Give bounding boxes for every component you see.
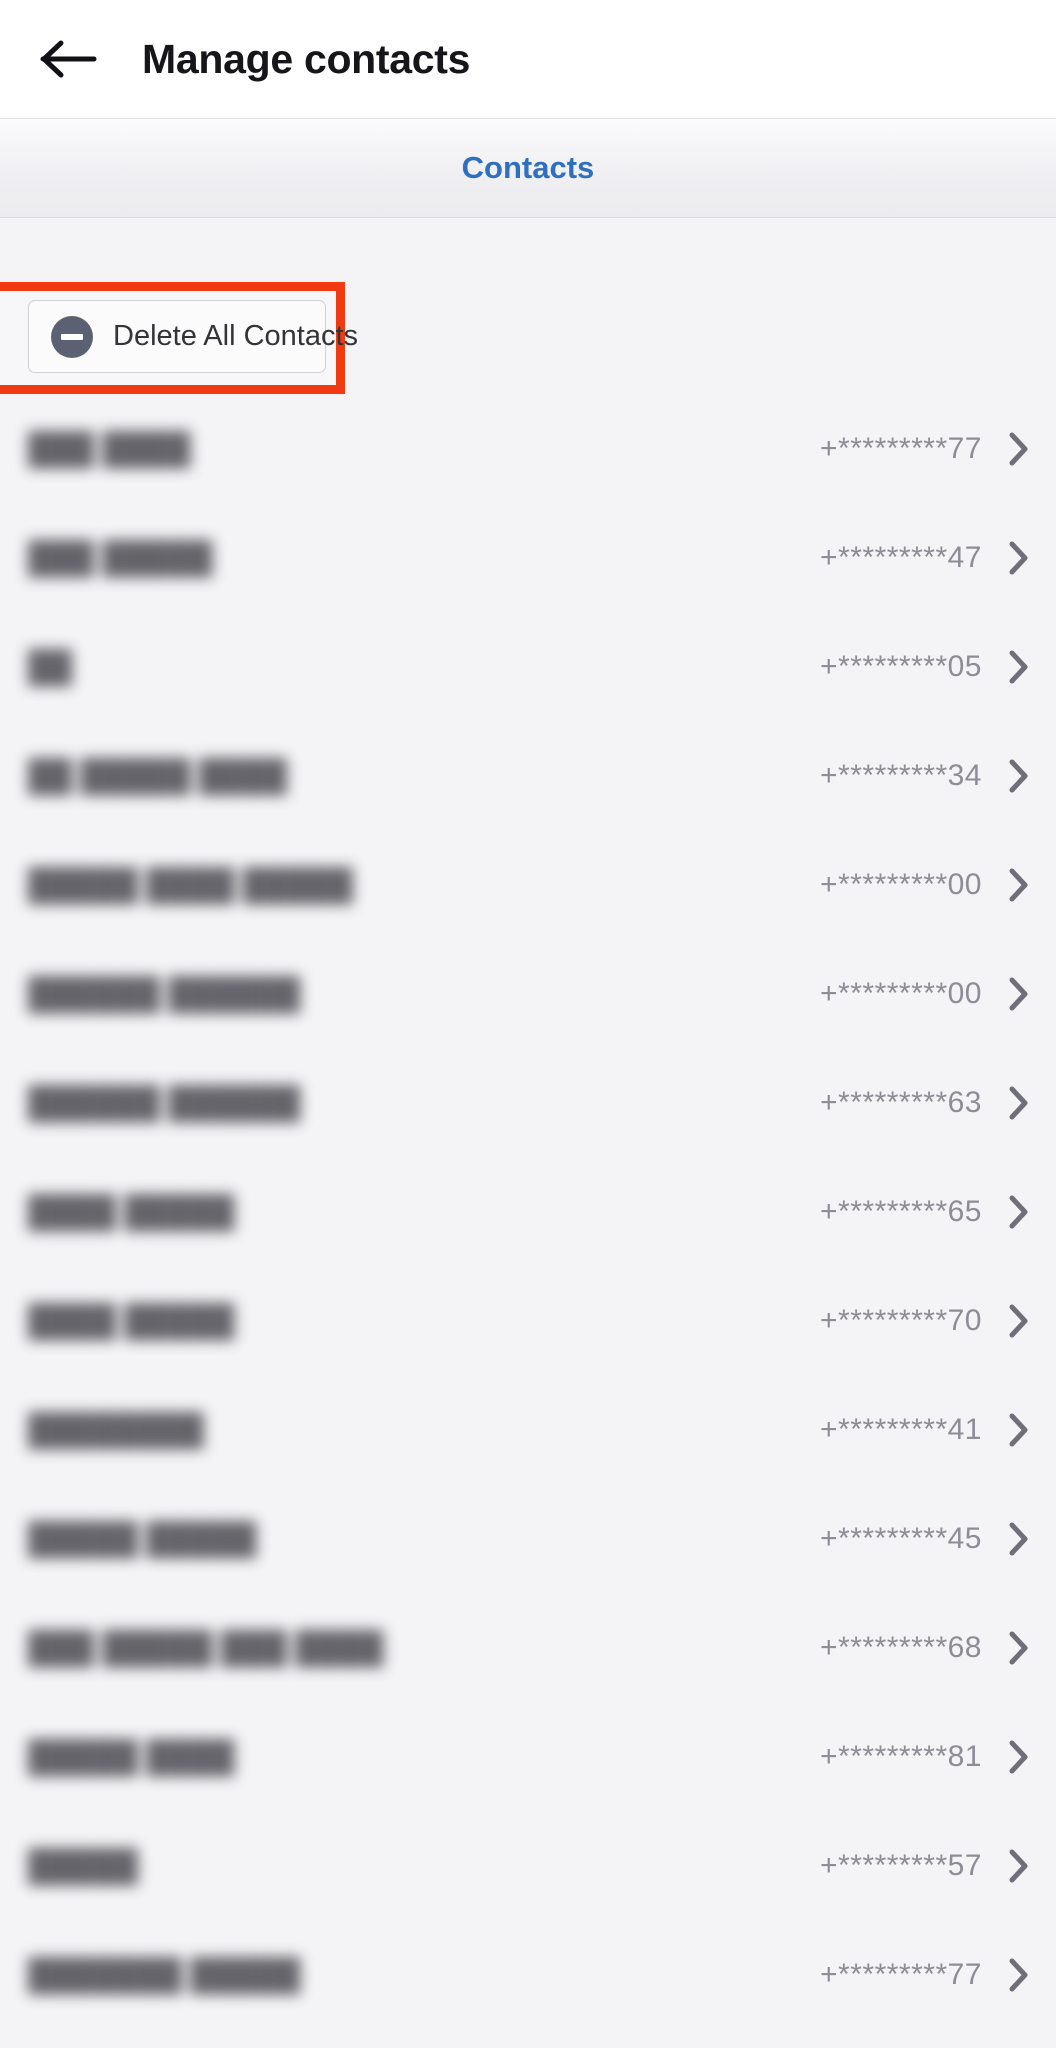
contact-phone: +*********81 (820, 1739, 982, 1773)
contact-phone: +*********77 (820, 1957, 982, 1991)
delete-all-contacts-button[interactable]: Delete All Contacts (28, 300, 358, 373)
contact-name: ███ ████ (28, 430, 191, 466)
contact-row-right: +*********65 (820, 1192, 1032, 1232)
chevron-right-icon[interactable] (1006, 1737, 1032, 1777)
minus-circle-icon (51, 315, 93, 358)
contact-phone: +*********00 (820, 976, 982, 1010)
chevron-right-icon[interactable] (1006, 1192, 1032, 1232)
contact-row[interactable]: ███ █████ +*********47 (0, 503, 1056, 612)
contact-row-right: +*********68 (820, 1628, 1032, 1668)
contact-name: █████ (28, 1847, 138, 1883)
contact-row-right: +*********63 (820, 1083, 1032, 1123)
contact-row[interactable]: █████ █████ +*********45 (0, 1484, 1056, 1593)
contact-name: █████ ████ █████ (28, 866, 353, 902)
contact-row-right: +*********81 (820, 1737, 1032, 1777)
contact-phone: +*********65 (820, 1194, 982, 1228)
contact-row-right: +*********41 (820, 1410, 1032, 1450)
contact-row-right: +*********45 (820, 1519, 1032, 1559)
chevron-right-icon[interactable] (1006, 1628, 1032, 1668)
contact-row[interactable]: ███ ████ +*********77 (0, 394, 1056, 503)
contact-row[interactable]: ███████ █████ +*********77 (0, 1920, 1056, 2029)
contact-phone: +*********63 (820, 1085, 982, 1119)
contact-name: ███████ █████ (28, 1956, 301, 1992)
contact-row[interactable]: █████ ████ +*********81 (0, 1702, 1056, 1811)
page-title: Manage contacts (142, 35, 471, 82)
contact-row[interactable]: █████ ████ █████ +*********00 (0, 830, 1056, 939)
contact-phone: +*********77 (820, 431, 982, 465)
contact-phone: +*********34 (820, 758, 982, 792)
contact-name: ███ █████ (28, 539, 213, 575)
contact-row-right: +*********57 (820, 1846, 1032, 1886)
contact-phone: +*********41 (820, 1412, 982, 1446)
chevron-right-icon[interactable] (1006, 1410, 1032, 1450)
contact-name: ██ █████ ████ (28, 757, 287, 793)
contact-name: ██ (28, 648, 72, 684)
tab-bar: Contacts (0, 118, 1056, 218)
chevron-right-icon[interactable] (1006, 1955, 1032, 1995)
arrow-left-icon (40, 38, 98, 80)
app-header: Manage contacts (0, 0, 1056, 118)
contact-phone: +*********47 (820, 540, 982, 574)
contact-name: ████ █████ (28, 1302, 235, 1338)
chevron-right-icon[interactable] (1006, 429, 1032, 469)
contact-name: █████ ████ (28, 1738, 235, 1774)
chevron-right-icon[interactable] (1006, 865, 1032, 905)
contact-row-right: +*********77 (820, 429, 1032, 469)
chevron-right-icon[interactable] (1006, 974, 1032, 1014)
delete-all-contacts-label: Delete All Contacts (113, 320, 359, 352)
contact-row[interactable]: ████ █████ +*********70 (0, 1266, 1056, 1375)
chevron-right-icon[interactable] (1006, 647, 1032, 687)
contact-name: ██████ ██████ (28, 1084, 301, 1120)
contact-phone: +*********70 (820, 1303, 982, 1337)
contact-name: ███ █████ ███ ████ (28, 1629, 384, 1665)
contact-name: ████████ (28, 1411, 204, 1447)
chevron-right-icon[interactable] (1006, 1083, 1032, 1123)
chevron-right-icon[interactable] (1006, 756, 1032, 796)
contact-phone: +*********57 (820, 1848, 982, 1882)
chevron-right-icon[interactable] (1006, 538, 1032, 578)
contact-row[interactable]: ██████ ██████ +*********00 (0, 939, 1056, 1048)
chevron-right-icon[interactable] (1006, 1519, 1032, 1559)
contact-row-right: +*********70 (820, 1301, 1032, 1341)
contact-row-right: +*********77 (820, 1955, 1032, 1995)
contact-row[interactable]: █████ +*********57 (0, 1811, 1056, 1920)
contact-row[interactable]: ███ █████ ███ ████ +*********68 (0, 1593, 1056, 1702)
contact-row-right: +*********05 (820, 647, 1032, 687)
contact-row[interactable]: ██ +*********05 (0, 612, 1056, 721)
contact-phone: +*********00 (820, 867, 982, 901)
contact-row-right: +*********34 (820, 756, 1032, 796)
contact-name: ████ █████ (28, 1193, 235, 1229)
contact-phone: +*********68 (820, 1630, 982, 1664)
contact-phone: +*********05 (820, 649, 982, 683)
contact-row[interactable]: ████████ +*********41 (0, 1375, 1056, 1484)
contact-phone: +*********45 (820, 1521, 982, 1555)
contact-name: █████ █████ (28, 1520, 257, 1556)
back-button[interactable] (38, 28, 100, 90)
tab-contacts[interactable]: Contacts (448, 144, 609, 192)
contact-row-right: +*********47 (820, 538, 1032, 578)
contact-row[interactable]: ██████ ██████ +*********63 (0, 1048, 1056, 1157)
contact-row[interactable]: ██ █████ ████ +*********34 (0, 721, 1056, 830)
contact-row[interactable]: ████ █████ +*********65 (0, 1157, 1056, 1266)
contact-list: ███ ████ +*********77 ███ █████ +*********4… (0, 394, 1056, 2029)
contact-row-right: +*********00 (820, 974, 1032, 1014)
contact-name: ██████ ██████ (28, 975, 301, 1011)
chevron-right-icon[interactable] (1006, 1301, 1032, 1341)
contact-row-right: +*********00 (820, 865, 1032, 905)
chevron-right-icon[interactable] (1006, 1846, 1032, 1886)
